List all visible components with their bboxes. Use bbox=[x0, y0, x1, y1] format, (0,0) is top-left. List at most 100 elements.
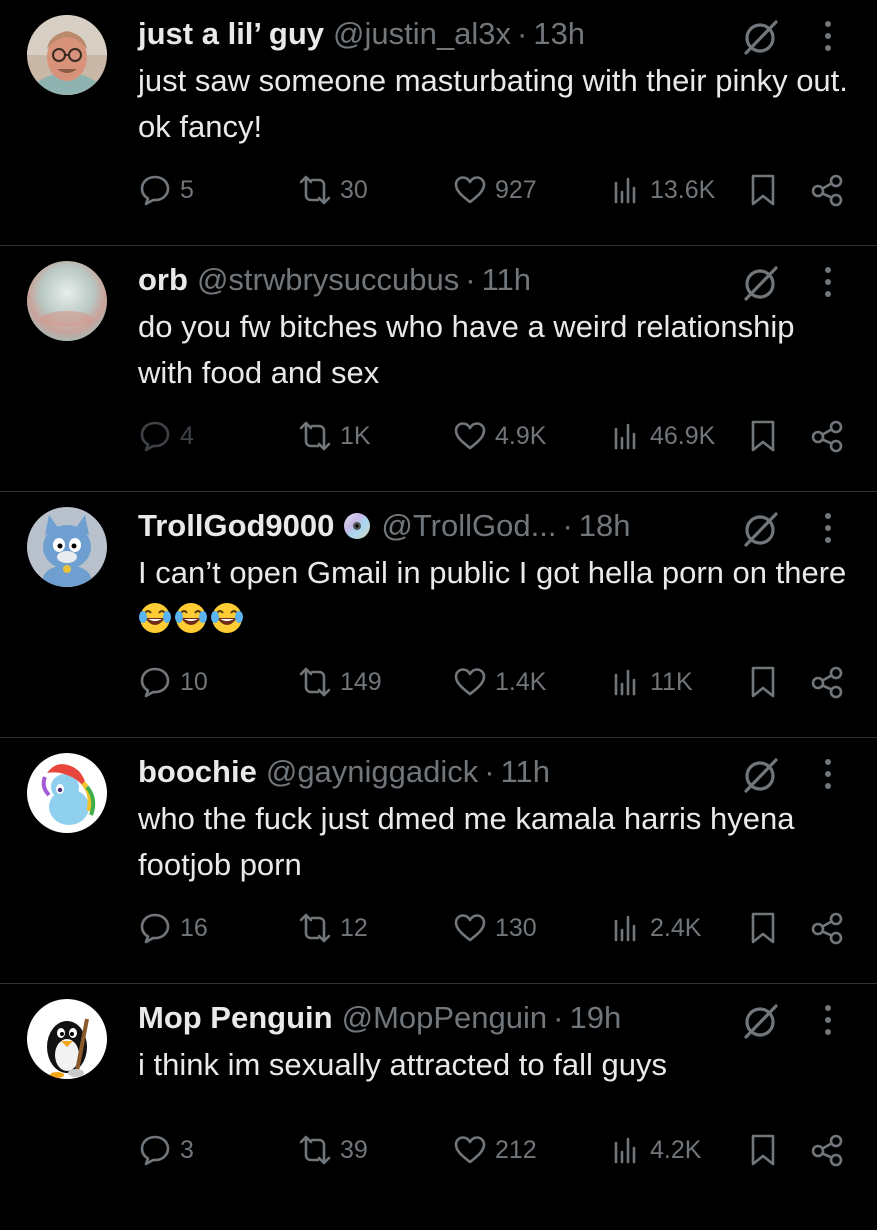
user-handle[interactable]: @MopPenguin bbox=[342, 998, 548, 1038]
display-name[interactable]: Mop Penguin bbox=[138, 998, 333, 1038]
bookmark-icon[interactable] bbox=[746, 419, 780, 453]
tweet-text: who the fuck just dmed me kamala harris … bbox=[138, 801, 795, 882]
share-icon[interactable] bbox=[810, 911, 844, 945]
avatar-photo-man-glasses bbox=[27, 15, 107, 95]
laughing-emoji-icon bbox=[174, 601, 208, 635]
reply-icon bbox=[138, 665, 172, 699]
like-count: 212 bbox=[495, 1135, 537, 1164]
action-bar: 3 39 212 4.2K bbox=[0, 1128, 877, 1172]
share-icon[interactable] bbox=[810, 173, 844, 207]
action-bar: 10 149 1.4K 11K bbox=[0, 660, 877, 704]
grok-icon[interactable] bbox=[740, 18, 780, 58]
share-icon[interactable] bbox=[810, 665, 844, 699]
like-button[interactable]: 130 bbox=[453, 906, 537, 950]
display-name[interactable]: orb bbox=[138, 260, 188, 300]
repost-button[interactable]: 1K bbox=[298, 414, 371, 458]
bookmark-icon[interactable] bbox=[746, 1133, 780, 1167]
action-bar: 5 30 927 13.6K bbox=[0, 168, 877, 212]
share-icon[interactable] bbox=[810, 419, 844, 453]
views-button[interactable]: 11K bbox=[608, 660, 693, 704]
views-icon bbox=[608, 665, 642, 699]
more-icon[interactable] bbox=[818, 264, 838, 300]
like-button[interactable]: 4.9K bbox=[453, 414, 546, 458]
grok-icon[interactable] bbox=[740, 510, 780, 550]
reply-button[interactable]: 4 bbox=[138, 414, 194, 458]
timestamp[interactable]: 11h bbox=[482, 260, 531, 300]
like-button[interactable]: 927 bbox=[453, 168, 537, 212]
reply-button[interactable]: 3 bbox=[138, 1128, 194, 1172]
bookmark-icon[interactable] bbox=[746, 911, 780, 945]
repost-button[interactable]: 39 bbox=[298, 1128, 368, 1172]
grok-icon[interactable] bbox=[740, 264, 780, 304]
avatar[interactable] bbox=[27, 261, 107, 341]
repost-count: 12 bbox=[340, 913, 368, 942]
tweet-5[interactable]: Mop Penguin @MopPenguin · 19h i think im… bbox=[0, 984, 877, 1230]
like-icon bbox=[453, 419, 487, 453]
more-icon[interactable] bbox=[818, 18, 838, 54]
avatar[interactable] bbox=[27, 999, 107, 1079]
more-icon[interactable] bbox=[818, 756, 838, 792]
timestamp[interactable]: 19h bbox=[569, 998, 621, 1038]
display-name[interactable]: just a lil’ guy bbox=[138, 14, 324, 54]
like-button[interactable]: 212 bbox=[453, 1128, 537, 1172]
reply-count: 16 bbox=[180, 913, 208, 942]
repost-icon bbox=[298, 911, 332, 945]
user-handle[interactable]: @TrollGod... bbox=[381, 506, 556, 546]
tweet-4[interactable]: boochie @gayniggadick · 11h who the fuck… bbox=[0, 738, 877, 984]
bookmark-icon[interactable] bbox=[746, 173, 780, 207]
like-button[interactable]: 1.4K bbox=[453, 660, 546, 704]
user-handle[interactable]: @strwbrysuccubus bbox=[197, 260, 459, 300]
reply-button[interactable]: 10 bbox=[138, 660, 208, 704]
avatar[interactable] bbox=[27, 507, 107, 587]
reply-button[interactable]: 5 bbox=[138, 168, 194, 212]
avatar[interactable] bbox=[27, 753, 107, 833]
tweet-header: orb @strwbrysuccubus · 11h bbox=[138, 260, 531, 300]
views-button[interactable]: 4.2K bbox=[608, 1128, 701, 1172]
repost-button[interactable]: 149 bbox=[298, 660, 382, 704]
laughing-emoji-icon bbox=[210, 601, 244, 635]
avatar[interactable] bbox=[27, 15, 107, 95]
emoji-group bbox=[138, 601, 246, 636]
timestamp[interactable]: 18h bbox=[579, 506, 631, 546]
reply-icon bbox=[138, 1133, 172, 1167]
tweet-text: do you fw bitches who have a weird relat… bbox=[138, 309, 795, 390]
repost-count: 1K bbox=[340, 421, 371, 450]
repost-button[interactable]: 12 bbox=[298, 906, 368, 950]
repost-count: 39 bbox=[340, 1135, 368, 1164]
repost-count: 30 bbox=[340, 175, 368, 204]
repost-count: 149 bbox=[340, 667, 382, 696]
views-button[interactable]: 13.6K bbox=[608, 168, 715, 212]
views-button[interactable]: 2.4K bbox=[608, 906, 701, 950]
disc-icon bbox=[344, 513, 371, 539]
user-handle[interactable]: @gayniggadick bbox=[266, 752, 478, 792]
views-button[interactable]: 46.9K bbox=[608, 414, 715, 458]
separator-dot: · bbox=[553, 1000, 564, 1035]
tweet-text: I can’t open Gmail in public I got hella… bbox=[138, 550, 858, 642]
more-icon[interactable] bbox=[818, 1002, 838, 1038]
avatar-blue-cat-cartoon bbox=[27, 507, 107, 587]
repost-button[interactable]: 30 bbox=[298, 168, 368, 212]
tweet-2[interactable]: orb @strwbrysuccubus · 11h do you fw bit… bbox=[0, 246, 877, 492]
views-count: 2.4K bbox=[650, 913, 702, 942]
timestamp[interactable]: 11h bbox=[501, 752, 550, 792]
display-name[interactable]: boochie bbox=[138, 752, 257, 792]
timestamp[interactable]: 13h bbox=[533, 14, 585, 54]
repost-icon bbox=[298, 665, 332, 699]
views-count: 4.2K bbox=[650, 1135, 702, 1164]
views-icon bbox=[608, 419, 642, 453]
tweet-feed: just a lil’ guy @justin_al3x · 13h just … bbox=[0, 0, 877, 1200]
bookmark-icon[interactable] bbox=[746, 665, 780, 699]
more-icon[interactable] bbox=[818, 510, 838, 546]
tweet-3[interactable]: TrollGod9000 @TrollGod... · 18h I can’t … bbox=[0, 492, 877, 738]
grok-icon[interactable] bbox=[740, 756, 780, 796]
reply-button[interactable]: 16 bbox=[138, 906, 208, 950]
views-icon bbox=[608, 911, 642, 945]
laughing-emoji-icon bbox=[138, 601, 172, 635]
avatar-pale-orb bbox=[27, 261, 107, 341]
share-icon[interactable] bbox=[810, 1133, 844, 1167]
tweet-1[interactable]: just a lil’ guy @justin_al3x · 13h just … bbox=[0, 0, 877, 246]
avatar-black-penguin bbox=[27, 999, 107, 1079]
user-handle[interactable]: @justin_al3x bbox=[333, 14, 511, 54]
grok-icon[interactable] bbox=[740, 1002, 780, 1042]
display-name[interactable]: TrollGod9000 bbox=[138, 506, 334, 546]
